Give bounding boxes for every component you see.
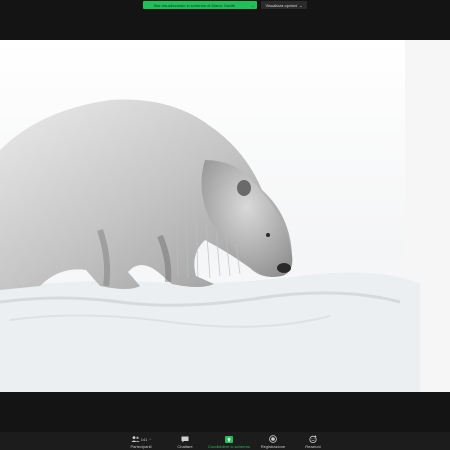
shared-screen-view	[0, 40, 450, 392]
participants-count: 141	[140, 436, 148, 442]
chevron-down-icon: ⌄	[251, 2, 255, 8]
chat-button[interactable]: Chattare	[165, 432, 205, 449]
share-screen-button[interactable]: Condividere lo schermo	[205, 432, 253, 449]
chat-icon	[181, 436, 189, 442]
chat-label: Chattare	[177, 444, 193, 449]
share-screen-label: Condividere lo schermo	[207, 444, 251, 449]
share-screen-icon	[225, 435, 233, 443]
polar-bear-photo	[0, 40, 450, 392]
meeting-toolbar: 141 ^ Partecipanti Chattare Condividere …	[0, 432, 450, 450]
participants-label: Partecipanti	[130, 444, 152, 449]
view-options-label: Visualizza opzioni	[265, 2, 298, 8]
sharing-status-text: Stai visualizzando lo schermo di Marco G…	[153, 2, 236, 8]
participants-icon	[131, 436, 140, 442]
meeting-window: Stai visualizzando lo schermo di Marco G…	[0, 0, 450, 450]
reactions-button[interactable]: Reazioni	[293, 432, 333, 449]
view-options-button[interactable]: Visualizza opzioni ⌄	[261, 1, 307, 9]
share-banner: Stai visualizzando lo schermo di Marco G…	[0, 0, 450, 10]
sharing-status-pill[interactable]: Stai visualizzando lo schermo di Marco G…	[143, 1, 258, 9]
reactions-icon	[309, 435, 317, 443]
reactions-label: Reazioni	[305, 444, 321, 449]
record-label: Registrazione	[260, 444, 286, 449]
record-icon	[269, 435, 277, 443]
participants-button[interactable]: 141 ^ Partecipanti	[117, 432, 165, 449]
chevron-down-icon: ⌄	[299, 2, 303, 8]
caret-up-icon[interactable]: ^	[149, 437, 151, 442]
record-button[interactable]: Registrazione	[253, 432, 293, 449]
participants-icon-group: 141 ^	[131, 435, 151, 443]
